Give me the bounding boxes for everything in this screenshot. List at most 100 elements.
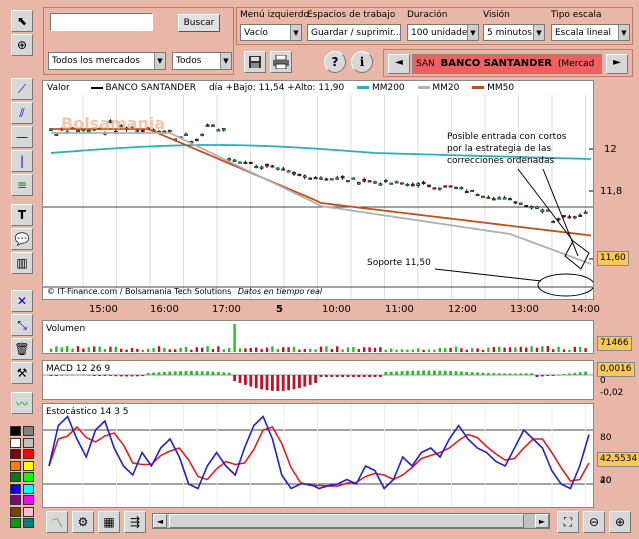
comment-icon[interactable]: 💬 [11,228,33,250]
color-swatch[interactable] [10,437,21,448]
volume-bar [49,348,53,352]
color-swatch[interactable] [10,426,21,436]
macd-bar [184,371,188,375]
export-icon[interactable]: ⇶ [124,511,146,533]
horizontal-scrollbar[interactable]: ◄ ► [152,513,550,529]
trash-icon[interactable]: 🗑 [11,338,33,360]
zoom-icon[interactable]: ⊕ [11,34,33,56]
chart-type-icon[interactable]: 〽 [46,511,68,533]
stochastic-panel: Estocástico 14 3 5 [42,403,594,508]
macd-bar [146,373,150,375]
left-menu-select[interactable]: Vacío ▼ [240,24,302,41]
volume-bar [530,346,533,352]
macd-bar [179,371,182,375]
duration-select[interactable]: 100 unidades ▼ [407,24,479,41]
candle-body [270,165,275,168]
macd-bar [400,371,404,375]
horizontal-line-icon[interactable]: — [11,126,33,148]
color-swatch[interactable] [23,426,34,436]
zoom-out-icon[interactable]: ⊖ [583,511,605,533]
scroll-thumb[interactable] [169,514,524,528]
color-swatch[interactable] [10,460,21,471]
search-button[interactable]: Buscar [178,14,220,32]
save-icon[interactable] [244,51,266,73]
macd-bar [244,375,247,385]
left-menu-header: Menú izquierdo [240,10,310,20]
tools-icon[interactable]: ⚒ [11,362,33,384]
market-select[interactable]: Todos los mercados ▼ [48,52,166,70]
instrument-field[interactable]: SAN BANCO SANTANDER (Mercad [412,54,602,74]
volume-bar [487,347,490,352]
workspaces-header: Espacios de trabajo [307,10,396,20]
vertical-line-icon[interactable]: | [11,150,33,172]
time-axis-label: 11:00 [385,304,414,315]
color-swatch[interactable] [23,437,34,448]
parallel-line-icon[interactable]: ⫽ [11,102,33,124]
candle-body [454,186,458,189]
color-swatch[interactable] [23,506,34,517]
volume-bar [341,349,344,352]
macd-bar [125,375,128,377]
candle-body [211,124,215,127]
macd-bar [195,371,199,375]
color-swatch[interactable] [23,518,34,528]
color-swatch[interactable] [10,472,21,482]
type-select-value: Todos [176,56,202,66]
cross-icon[interactable]: ✕ [11,290,33,312]
color-swatch[interactable] [23,495,34,505]
print-icon[interactable] [270,51,292,73]
color-swatch[interactable] [23,449,34,459]
scroll-left-button[interactable]: ◄ [153,514,167,528]
macd-chart[interactable] [43,361,593,399]
segment-icon[interactable]: ⤡ [11,314,33,336]
color-swatch[interactable] [23,483,34,494]
view-select[interactable]: 5 minutos ▼ [483,24,545,41]
info-icon[interactable]: i [351,51,373,73]
macd-bar [314,375,317,383]
macd-bar [87,374,91,376]
color-swatch[interactable] [10,495,21,505]
macd-bar [249,375,253,387]
volume-chart[interactable] [43,321,593,353]
table-icon[interactable]: ▦ [98,511,120,533]
macd-bar [406,370,409,375]
color-swatch[interactable] [10,483,21,494]
next-instrument-button[interactable]: ► [606,54,628,74]
zoom-in-icon[interactable]: ⊕ [609,511,631,533]
color-swatch[interactable] [10,449,21,459]
candle-body [356,182,361,185]
previous-instrument-button[interactable]: ◄ [388,54,410,74]
fit-zoom-icon[interactable]: ⛶ [557,511,579,533]
support-ellipse [537,273,593,297]
settings-icon[interactable]: ⚙ [72,511,94,533]
candle-body [421,181,426,184]
watermark: Bolsamania [61,114,166,133]
search-input[interactable] [50,13,153,31]
volume-panel: Volumen [42,320,594,354]
help-icon[interactable]: ? [324,51,346,73]
candle-body [475,193,480,196]
candle-body [292,172,296,175]
macd-bar [514,373,517,375]
volume-bar [292,346,296,352]
type-select[interactable]: Todos ▼ [172,52,232,70]
candle-body [238,161,242,164]
color-swatch[interactable] [10,518,21,528]
pointer-icon[interactable]: ⬉ [11,10,33,32]
macd-bar [233,375,236,381]
fibonacci-icon[interactable]: ≡ [11,174,33,196]
chart-header-label: Valor [47,83,70,93]
book-icon[interactable]: ▥ [11,252,33,274]
color-swatch[interactable] [23,472,34,482]
workspaces-select[interactable]: Guardar / suprimir... [307,24,401,41]
candle-body [383,180,388,183]
indicator-icon[interactable]: 〰 [11,392,33,414]
text-icon[interactable]: T [11,204,33,226]
color-swatch[interactable] [23,460,34,471]
scale-select[interactable]: Escala lineal ▼ [551,24,630,41]
trend-line-icon[interactable]: ⟋ [11,78,33,100]
volume-bar [287,347,290,352]
color-swatch[interactable] [10,506,21,517]
stochastic-chart[interactable] [43,404,593,507]
scroll-right-button[interactable]: ► [535,514,549,528]
